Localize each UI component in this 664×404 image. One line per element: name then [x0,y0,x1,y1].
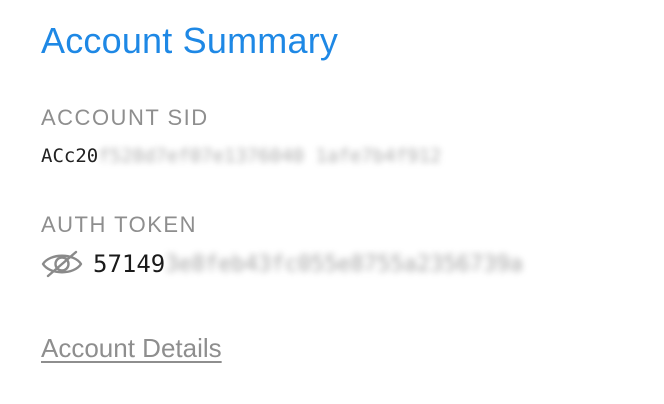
auth-token-masked: 3e8feb43fc055e8755a2356739a [165,251,523,277]
account-sid-label: ACCOUNT SID [41,105,209,130]
auth-token-visible: 57149 [93,250,166,278]
account-summary-panel: Account Summary ACCOUNT SID ACc20 f528d7… [41,0,651,404]
account-sid-masked: f528d7ef07e1376040 1afe7b4f912 [98,145,442,167]
account-sid-value[interactable]: ACc20 f528d7ef07e1376040 1afe7b4f912 [41,141,441,171]
eye-slash-icon[interactable] [41,249,83,279]
auth-token-label: AUTH TOKEN [41,212,197,237]
account-sid-visible: ACc20 [41,145,99,167]
auth-token-value: 57149 3e8feb43fc055e8755a2356739a [41,247,523,281]
account-details-link[interactable]: Account Details [41,332,222,364]
page-title: Account Summary [41,20,339,61]
